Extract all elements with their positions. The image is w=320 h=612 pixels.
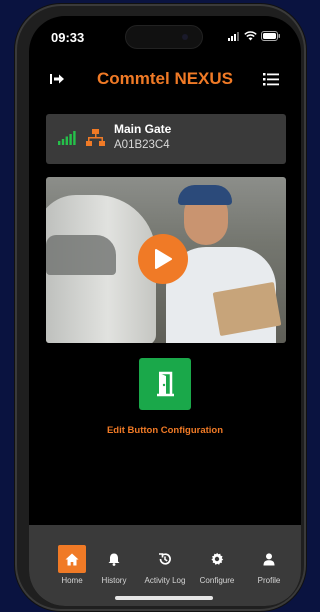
network-icon [86, 129, 105, 146]
battery-icon [261, 31, 280, 41]
dynamic-island [125, 25, 203, 49]
gate-name: Main Gate [114, 122, 172, 136]
gate-id: A01B23C4 [114, 139, 170, 151]
tab-activity-log-icon-box [151, 545, 179, 573]
play-button[interactable] [138, 234, 188, 284]
camera-dot [182, 34, 188, 40]
phone-frame: 09:33 Commtel NEXUS Main Gate A01B23C4 E… [17, 6, 304, 609]
app-header: Commtel NEXUS [29, 68, 301, 90]
signal-strength-icon [58, 131, 76, 145]
tab-history[interactable]: History [89, 525, 139, 585]
list-menu-icon[interactable] [263, 71, 279, 87]
tab-profile-icon-box [255, 545, 283, 573]
status-icons [228, 31, 281, 41]
tab-activity-log[interactable]: Activity Log [140, 525, 190, 585]
user-icon [263, 552, 275, 565]
tab-label: Profile [257, 576, 281, 585]
tab-home-icon-box [58, 545, 86, 573]
play-icon [155, 249, 172, 269]
gate-card[interactable]: Main Gate A01B23C4 [46, 114, 286, 164]
tab-configure-icon-box [203, 545, 231, 573]
history-icon [159, 553, 171, 565]
tab-profile[interactable]: Profile [244, 525, 294, 585]
camera-video-preview[interactable] [46, 177, 286, 343]
home-icon [65, 553, 79, 565]
app-screen: 09:33 Commtel NEXUS Main Gate A01B23C4 E… [29, 16, 301, 606]
bell-icon [108, 553, 120, 566]
open-door-button[interactable] [139, 358, 191, 410]
tab-configure[interactable]: Configure [192, 525, 242, 585]
bottom-tab-bar: Home History Activity Log Configure Prof… [29, 525, 301, 606]
cellular-signal-icon [228, 31, 239, 41]
status-time: 09:33 [51, 30, 85, 45]
home-indicator[interactable] [115, 596, 213, 600]
door-icon [157, 371, 174, 397]
wifi-icon [244, 31, 257, 41]
tab-history-icon-box [100, 545, 128, 573]
gear-icon [211, 552, 224, 565]
app-title: Commtel NEXUS [96, 69, 234, 88]
edit-button-configuration-link[interactable]: Edit Button Configuration [29, 425, 301, 436]
van-window [46, 235, 116, 275]
courier-cap [178, 185, 232, 205]
